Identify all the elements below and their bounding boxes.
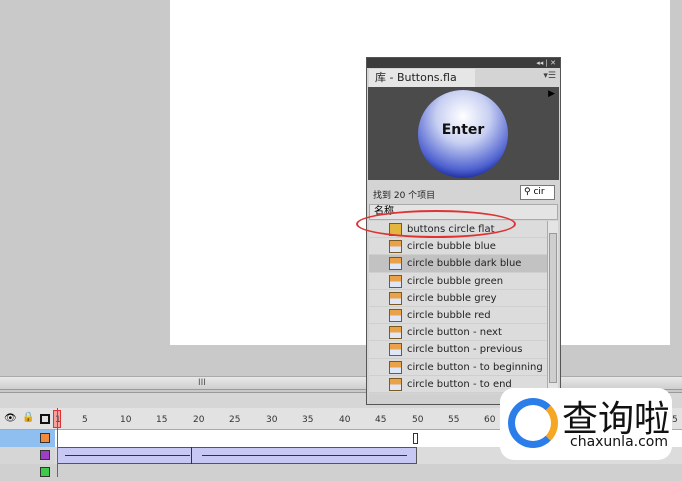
library-item[interactable]: circle button - previous (369, 341, 547, 359)
frame-label: 35 (302, 415, 314, 425)
tween-arrow (65, 455, 190, 456)
library-item[interactable]: circle bubble grey (369, 290, 547, 307)
frame-label: 5 (672, 415, 678, 425)
panel-menu-icon[interactable]: ▾☰ (543, 71, 556, 81)
library-item-label: circle bubble grey (407, 292, 497, 304)
button-symbol-icon (389, 377, 402, 391)
library-item-label: circle button - previous (407, 344, 523, 356)
red-highlight-oval (356, 210, 516, 238)
frame-label: 30 (266, 415, 278, 425)
keyframe-divider (191, 447, 192, 464)
search-value: cir (533, 187, 545, 197)
watermark-url: chaxunla.com (570, 434, 668, 450)
frame-label: 10 (120, 415, 132, 425)
play-icon[interactable]: ▶ (548, 89, 555, 99)
library-tab[interactable]: 库 - Buttons.fla (369, 69, 475, 87)
library-item[interactable]: circle button - to beginning (369, 359, 547, 376)
frame-label: 5 (82, 415, 88, 425)
symbol-preview: Enter ▶ (368, 87, 559, 180)
frame-label: 20 (193, 415, 205, 425)
library-item[interactable]: circle bubble blue (369, 238, 547, 256)
button-symbol-icon (389, 360, 402, 374)
library-item[interactable]: circle bubble red (369, 307, 547, 325)
library-item[interactable]: circle bubble dark blue (369, 255, 547, 273)
frame-label: 15 (156, 415, 168, 425)
layer-color-swatch (40, 467, 50, 477)
button-symbol-icon (389, 291, 402, 305)
preview-button-label: Enter (441, 122, 485, 138)
layer-header[interactable] (0, 447, 55, 464)
library-item-label: circle button - to end (407, 378, 512, 390)
preview-button-graphic: Enter (418, 90, 508, 178)
frame-label: 50 (412, 415, 424, 425)
library-item-list: buttons circle flat circle bubble blue cir… (369, 221, 547, 393)
library-item-label: circle bubble green (407, 275, 504, 287)
library-search-input[interactable]: ⚲ cir (520, 185, 555, 200)
library-item-label: circle bubble red (407, 309, 491, 321)
list-vertical-scrollbar[interactable] (547, 221, 558, 393)
tween-arrow (202, 455, 407, 456)
frame-label: 25 (229, 415, 241, 425)
layer-color-swatch (40, 433, 50, 443)
frame-label: 60 (484, 415, 496, 425)
lock-icon[interactable]: 🔒 (22, 412, 34, 423)
playhead-line (57, 408, 58, 477)
button-symbol-icon (389, 257, 402, 271)
button-symbol-icon (389, 308, 402, 322)
library-item-label: circle button - next (407, 327, 502, 339)
frame-label: 55 (448, 415, 460, 425)
eye-icon[interactable]: 👁 (4, 413, 17, 424)
library-item[interactable]: circle button - next (369, 324, 547, 342)
watermark: 查询啦 chaxunla.com (500, 388, 672, 460)
scrollbar-grip[interactable]: III (198, 378, 206, 388)
end-frame (413, 433, 418, 444)
frame-label: 40 (339, 415, 351, 425)
layer-row-3[interactable] (0, 464, 682, 481)
button-symbol-icon (389, 326, 402, 340)
layer-header[interactable] (0, 430, 55, 447)
button-symbol-icon (389, 343, 402, 357)
button-symbol-icon (389, 240, 402, 254)
library-item-label: circle bubble dark blue (407, 258, 522, 270)
library-item-label: circle button - to beginning (407, 361, 543, 373)
frame-label: 45 (375, 415, 387, 425)
library-item[interactable]: circle bubble green (369, 273, 547, 290)
panel-titlebar[interactable]: ◂◂ | ✕ (367, 58, 560, 68)
outline-icon[interactable] (40, 414, 50, 424)
library-item-label: circle bubble blue (407, 241, 496, 253)
button-symbol-icon (389, 274, 402, 288)
layer-color-swatch (40, 450, 50, 460)
item-count: 找到 20 个项目 (373, 191, 436, 201)
layer-header[interactable] (0, 464, 55, 481)
scrollbar-thumb[interactable] (549, 233, 557, 383)
watermark-logo-icon (508, 398, 558, 448)
